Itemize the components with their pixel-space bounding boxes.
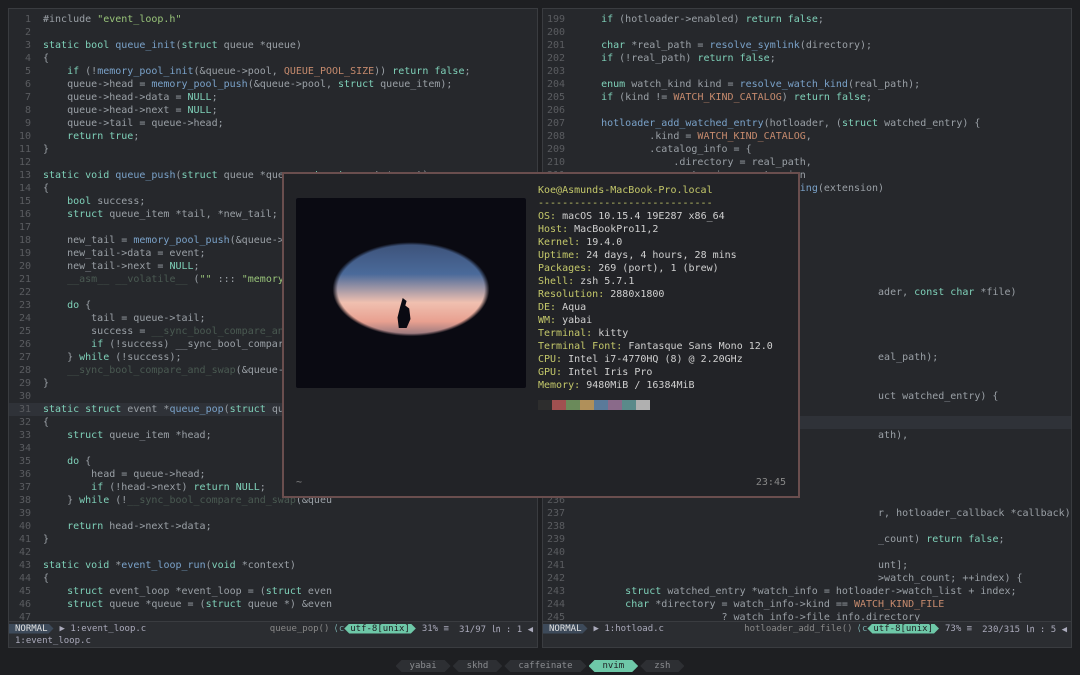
info-row: Packages: 269 (port), 1 (brew) xyxy=(538,262,786,275)
wallpaper-thumbnail xyxy=(296,198,526,388)
clock: 23:45 xyxy=(756,477,786,488)
info-row: Terminal: kitty xyxy=(538,327,786,340)
vim-mode: NORMAL xyxy=(9,624,54,634)
info-row: GPU: Intel Iris Pro xyxy=(538,366,786,379)
tmux-status-bar[interactable]: yabaiskhdcaffeinatenvimzsh xyxy=(8,657,1072,675)
info-row: Shell: zsh 5.7.1 xyxy=(538,275,786,288)
scroll-percent: 73% ≡ xyxy=(939,624,978,634)
swatch xyxy=(580,400,594,410)
tmux-window-yabai[interactable]: yabai xyxy=(396,660,451,672)
current-function: queue_pop() xyxy=(266,624,334,634)
user-host: Koe@Asmunds-MacBook-Pro.local xyxy=(538,184,786,197)
filetype: ⟨c xyxy=(333,624,344,634)
tmux-window-zsh[interactable]: zsh xyxy=(640,660,684,672)
info-row: Memory: 9480MiB / 16384MiB xyxy=(538,379,786,392)
statusbar-left: NORMAL ▶ 1:event_loop.c queue_pop() ⟨c u… xyxy=(9,621,537,647)
statusbar-right: NORMAL ▶ 1:hotload.c hotloader_add_file(… xyxy=(543,621,1071,647)
tmux-window-caffeinate[interactable]: caffeinate xyxy=(504,660,586,672)
info-row: WM: yabai xyxy=(538,314,786,327)
line-col: 230/315 ㏑ : 5 ◀ xyxy=(978,622,1071,635)
info-row: Terminal Font: Fantasque Sans Mono 12.0 xyxy=(538,340,786,353)
info-row: Kernel: 19.4.0 xyxy=(538,236,786,249)
system-info: Koe@Asmunds-MacBook-Pro.local ----------… xyxy=(538,184,786,486)
info-row: OS: macOS 10.15.4 19E287 x86_64 xyxy=(538,210,786,223)
swatch xyxy=(552,400,566,410)
neofetch-overlay[interactable]: Koe@Asmunds-MacBook-Pro.local ----------… xyxy=(282,172,800,498)
vim-mode: NORMAL xyxy=(543,624,588,634)
info-row: Host: MacBookPro11,2 xyxy=(538,223,786,236)
file-name: ▶ 1:event_loop.c xyxy=(54,624,153,634)
current-function: hotloader_add_file() xyxy=(740,624,856,634)
swatch xyxy=(636,400,650,410)
alt-file: 1:event_loop.c xyxy=(9,636,97,646)
swatch xyxy=(608,400,622,410)
tmux-window-skhd[interactable]: skhd xyxy=(453,660,503,672)
scroll-percent: 31% ≡ xyxy=(416,624,455,634)
info-row: CPU: Intel i7-4770HQ (8) @ 2.20GHz xyxy=(538,353,786,366)
swatch xyxy=(538,400,552,410)
swatch xyxy=(566,400,580,410)
info-row: DE: Aqua xyxy=(538,301,786,314)
tmux-window-nvim[interactable]: nvim xyxy=(589,660,639,672)
encoding-pill: utf-8[unix] xyxy=(344,624,416,634)
encoding-pill: utf-8[unix] xyxy=(867,624,939,634)
info-row: Uptime: 24 days, 4 hours, 28 mins xyxy=(538,249,786,262)
info-row: Resolution: 2880x1800 xyxy=(538,288,786,301)
swatch xyxy=(594,400,608,410)
swatch xyxy=(622,400,636,410)
filetype: ⟨c xyxy=(857,624,868,634)
line-number-gutter: 1234567891011121314151617181920212223242… xyxy=(9,9,37,647)
prompt-tilde: ~ xyxy=(296,477,302,488)
color-swatches xyxy=(538,400,786,410)
line-col: 31/97 ㏑ : 1 ◀ xyxy=(455,622,537,635)
file-name: ▶ 1:hotload.c xyxy=(588,624,670,634)
